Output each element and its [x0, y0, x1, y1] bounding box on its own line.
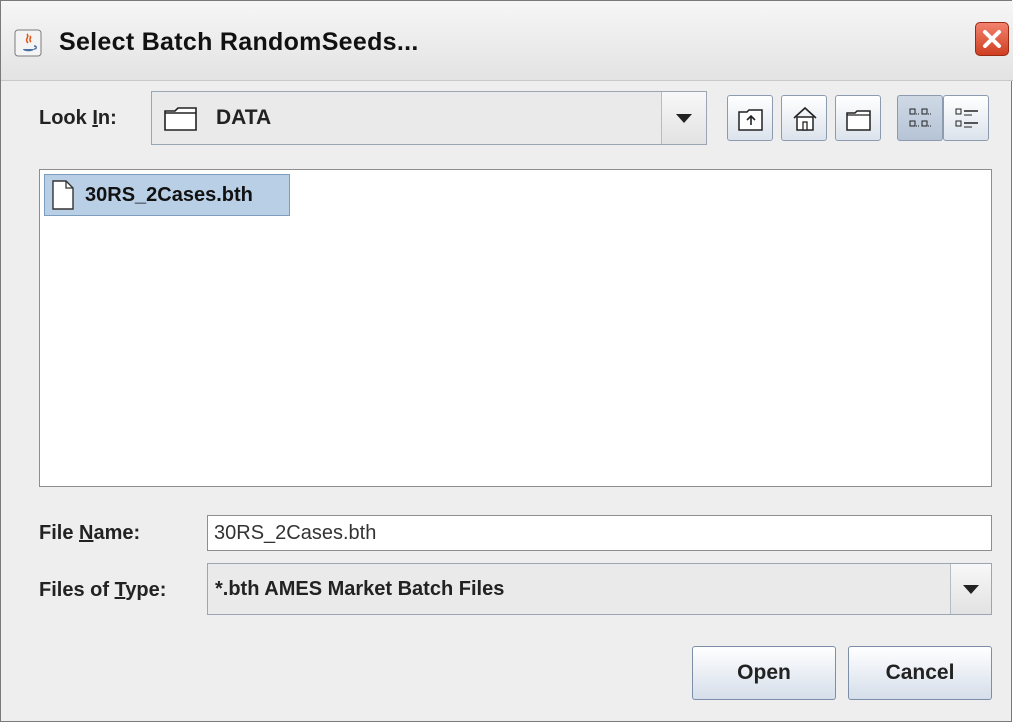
open-button[interactable]: Open — [692, 646, 836, 700]
list-view-button[interactable] — [897, 95, 943, 141]
files-of-type-combobox[interactable]: *.bth AMES Market Batch Files — [207, 563, 992, 615]
home-icon — [793, 106, 817, 131]
folder-icon — [164, 107, 197, 131]
file-list-item[interactable]: 30RS_2Cases.bth — [44, 174, 290, 216]
look-in-label: Look In: — [39, 107, 117, 129]
java-app-icon — [14, 29, 42, 57]
close-icon — [983, 30, 1001, 48]
file-name-label: File Name: — [39, 522, 141, 544]
details-view-button[interactable] — [943, 95, 989, 141]
details-view-icon — [955, 108, 978, 128]
up-one-level-button[interactable] — [727, 95, 773, 141]
files-of-type-label: Files of Type: — [39, 579, 167, 601]
title-bar[interactable]: Select Batch RandomSeeds... — [1, 1, 1013, 81]
look-in-dropdown-button[interactable] — [661, 92, 706, 144]
look-in-value: DATA — [216, 106, 272, 129]
new-folder-icon — [846, 110, 871, 131]
files-of-type-value: *.bth AMES Market Batch Files — [215, 578, 505, 600]
home-button[interactable] — [781, 95, 827, 141]
list-view-icon — [909, 108, 932, 127]
up-folder-icon — [738, 109, 763, 131]
look-in-combobox[interactable]: DATA — [151, 91, 707, 145]
file-chooser-dialog: Select Batch RandomSeeds... Look In: DAT… — [0, 0, 1013, 722]
dialog-title: Select Batch RandomSeeds... — [59, 28, 419, 56]
file-icon — [52, 180, 74, 210]
close-button[interactable] — [975, 22, 1009, 56]
chevron-down-icon — [963, 585, 979, 594]
cancel-button[interactable]: Cancel — [848, 646, 992, 700]
file-name-input[interactable] — [207, 515, 992, 551]
chevron-down-icon — [676, 114, 692, 123]
new-folder-button[interactable] — [835, 95, 881, 141]
file-list[interactable]: 30RS_2Cases.bth — [39, 169, 992, 487]
files-of-type-dropdown-button[interactable] — [950, 564, 991, 614]
file-name-label: 30RS_2Cases.bth — [85, 184, 253, 206]
